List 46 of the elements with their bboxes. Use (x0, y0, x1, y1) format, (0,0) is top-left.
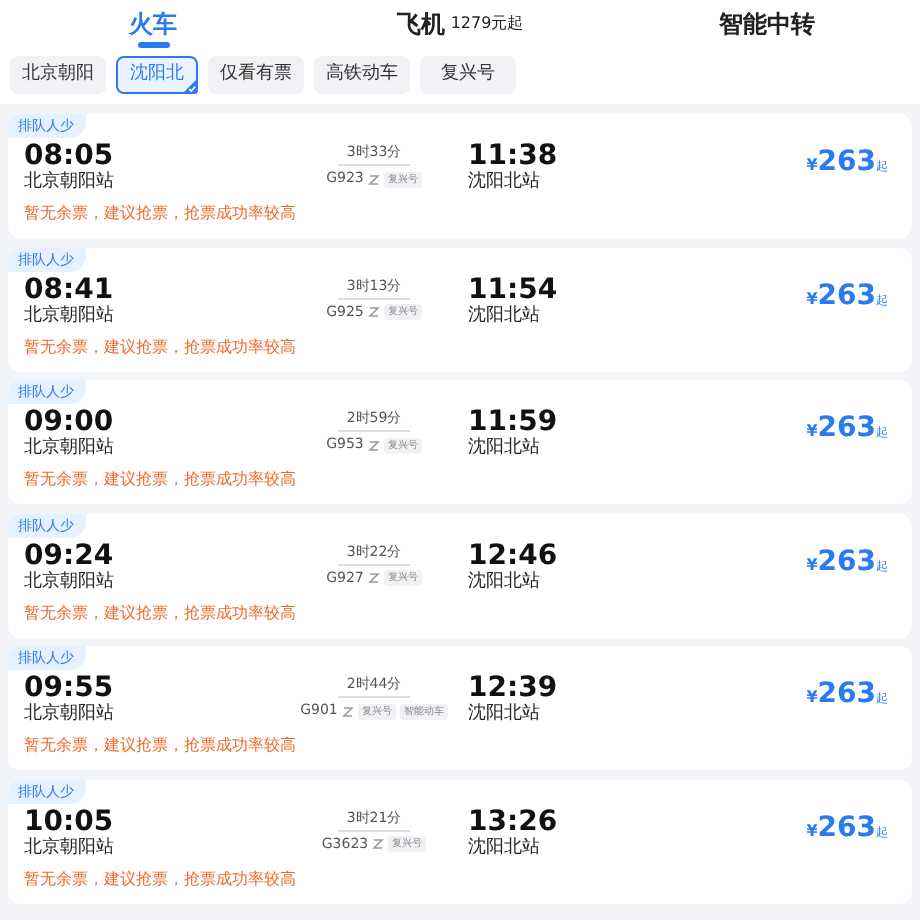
arrival-station: 沈阳北站 (468, 438, 540, 461)
arrival-station: 沈阳北站 (468, 305, 540, 328)
train-type-icon (367, 173, 380, 185)
arrival-time: 11:54 (468, 273, 558, 306)
departure-station: 北京朝阳站 (24, 571, 116, 594)
departure-time: 09:00 (24, 406, 116, 439)
arrival-station: 沈阳北站 (468, 172, 540, 194)
arrival-station: 沈阳北站 (468, 837, 540, 860)
train-type-icon (341, 705, 354, 718)
departure-time: 09:24 (24, 539, 116, 572)
departure-time: 08:41 (24, 273, 116, 306)
filter-chip[interactable]: 复兴号 (420, 56, 516, 94)
ticket-notice: 暂无余票，建议抢票，抢票成功率较高 (22, 736, 298, 757)
train-type-icon (367, 306, 380, 319)
filter-chip[interactable]: 沈阳北 (116, 56, 198, 94)
ticket-notice: 暂无余票，建议抢票，抢票成功率较高 (22, 204, 298, 224)
arrival-time: 11:59 (468, 406, 558, 439)
departure-station: 北京朝阳站 (24, 837, 116, 860)
tab[interactable]: 火车 (0, 0, 307, 48)
check-icon (182, 78, 198, 94)
departure-station: 北京朝阳站 (24, 305, 116, 328)
arrival-station: 沈阳北站 (468, 571, 540, 594)
ticket-notice: 暂无余票，建议抢票，抢票成功率较高 (22, 603, 298, 624)
arrival-time: 13:26 (468, 805, 558, 838)
departure-station: 北京朝阳站 (24, 704, 116, 727)
ticket-notice: 暂无余票，建议抢票，抢票成功率较高 (22, 869, 298, 890)
filter-chip[interactable]: 北京朝阳 (10, 56, 106, 94)
tab[interactable]: 智能中转 (613, 0, 920, 48)
arrival-station: 沈阳北站 (468, 704, 540, 727)
departure-station: 北京朝阳站 (24, 438, 116, 461)
departure-time: 09:55 (24, 672, 116, 705)
train-type-icon (372, 838, 385, 851)
tab-note: 1279元起 (450, 12, 524, 36)
arrival-time: 12:39 (468, 672, 558, 705)
arrival-time: 11:38 (468, 140, 558, 172)
departure-time: 10:05 (24, 805, 116, 838)
departure-time: 08:05 (24, 140, 116, 172)
filter-chip[interactable]: 仅看有票 (208, 56, 304, 94)
train-type-icon (367, 572, 380, 585)
train-type-icon (367, 439, 380, 452)
arrival-time: 12:46 (468, 539, 558, 572)
ticket-notice: 暂无余票，建议抢票，抢票成功率较高 (22, 337, 298, 358)
ticket-notice: 暂无余票，建议抢票，抢票成功率较高 (22, 470, 298, 491)
tab[interactable]: 飞机 1279元起 (306, 0, 614, 48)
filter-chip[interactable]: 高铁动车 (314, 56, 410, 94)
departure-station: 北京朝阳站 (24, 172, 116, 194)
